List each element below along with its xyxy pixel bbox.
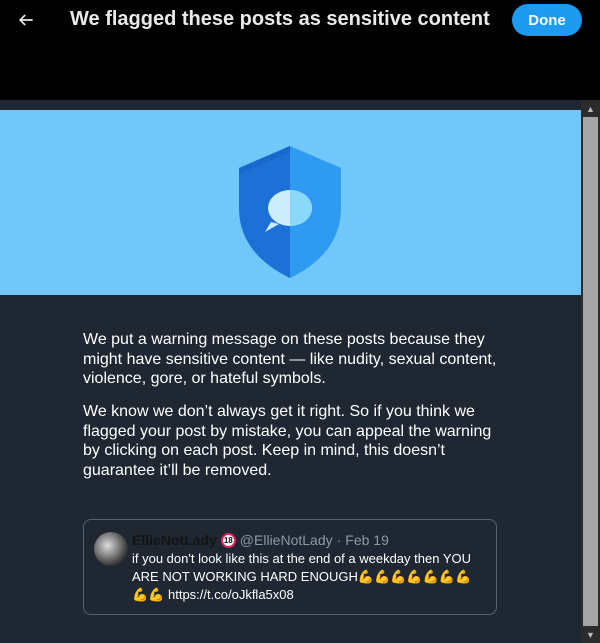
scrollbar[interactable]: ▲ ▼ [581,100,600,643]
author-handle[interactable]: @EllieNotLady [240,532,333,548]
modal-header: We flagged these posts as sensitive cont… [0,0,600,100]
age-restricted-badge: 18 [220,532,236,548]
shield-chat-icon [239,146,341,278]
back-button[interactable] [10,4,42,36]
post-meta: EllieNotLady 18 @EllieNotLady · Feb 19 [132,532,389,548]
flagged-post-card[interactable]: EllieNotLady 18 @EllieNotLady · Feb 19 i… [83,519,497,615]
modal-title: We flagged these posts as sensitive cont… [70,8,490,30]
scroll-up-arrow-icon[interactable]: ▲ [581,100,600,117]
meta-separator: · [336,532,342,548]
post-link[interactable]: https://t.co/oJkfla5x08 [168,587,294,602]
modal-content: We put a warning message on these posts … [0,100,581,643]
arrow-left-icon [18,14,33,26]
avatar[interactable] [94,532,128,566]
sensitive-content-modal: We flagged these posts as sensitive cont… [0,0,600,643]
done-button[interactable]: Done [512,4,582,36]
flexed-biceps-emoji-row-2: 💪💪 [132,587,165,602]
hero-banner [0,110,581,295]
scrollbar-thumb[interactable] [583,117,598,626]
post-text: if you don't look like this at the end o… [132,550,488,604]
scroll-down-arrow-icon[interactable]: ▼ [581,626,600,643]
flexed-biceps-emoji-row: 💪💪💪💪💪💪💪 [357,569,472,584]
post-date[interactable]: Feb 19 [345,532,389,548]
appeal-paragraph: We know we don’t always get it right. So… [83,403,492,479]
explanation-paragraph: We put a warning message on these posts … [83,331,497,387]
author-name[interactable]: EllieNotLady [132,532,217,548]
